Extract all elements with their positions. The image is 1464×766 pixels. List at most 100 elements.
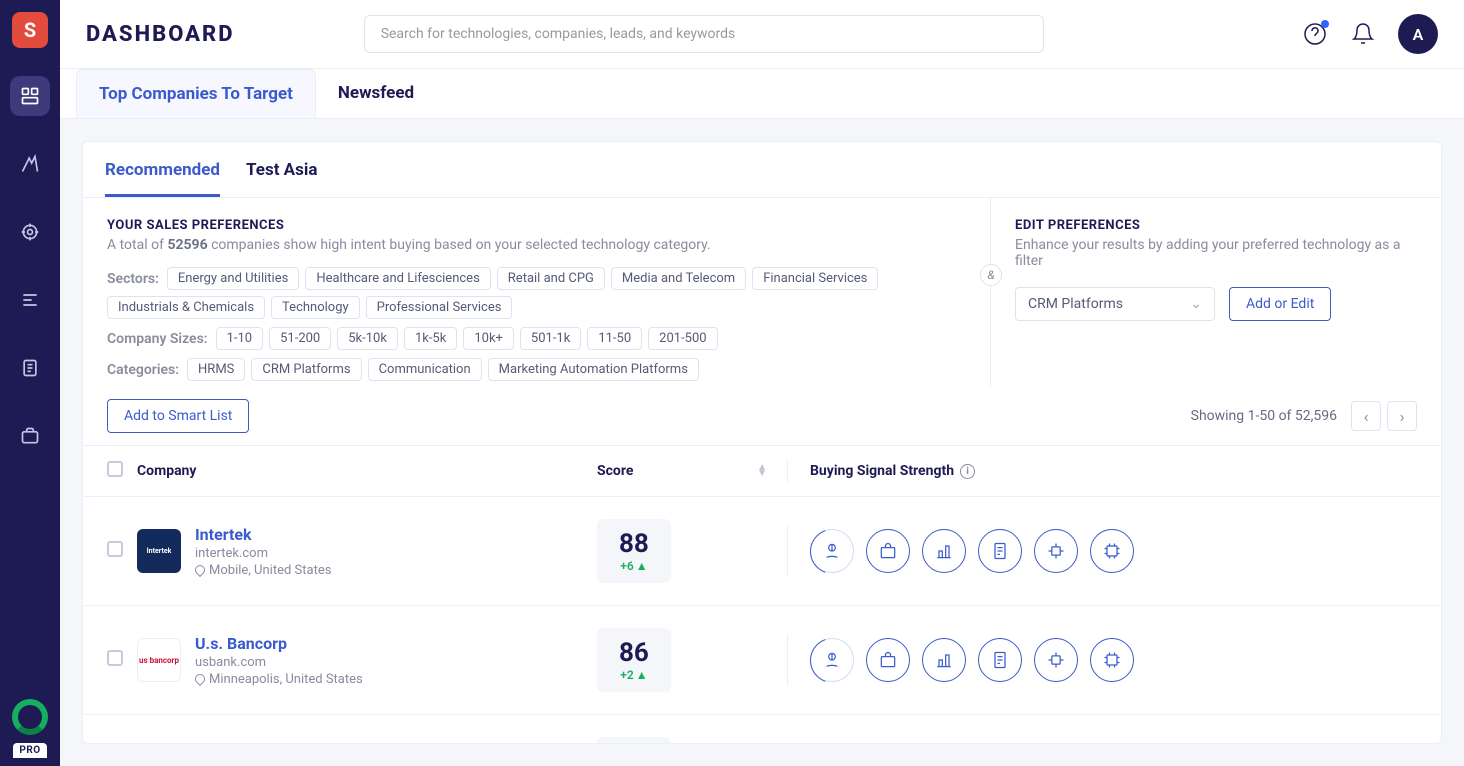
score-badge: 86 — — [597, 737, 671, 743]
company-domain: intertek.com — [195, 546, 331, 561]
nav-dashboard[interactable] — [10, 76, 50, 116]
size-chip[interactable]: 11-50 — [587, 327, 642, 350]
funding-signal-icon[interactable] — [810, 529, 854, 573]
sector-chip[interactable]: Media and Telecom — [611, 267, 746, 290]
score-value: 88 — [619, 529, 649, 559]
avatar[interactable]: A — [1398, 14, 1438, 54]
row-checkbox[interactable] — [107, 541, 123, 557]
category-chip[interactable]: HRMS — [187, 358, 245, 381]
company-name-link[interactable]: U.s. Bancorp — [195, 634, 363, 653]
search-input[interactable]: Search for technologies, companies, lead… — [364, 15, 1044, 53]
funding-signal-icon[interactable] — [810, 638, 854, 682]
subtab-test-asia[interactable]: Test Asia — [246, 160, 317, 197]
score-delta: +6▲ — [620, 559, 647, 573]
table-row: Intertek Intertek intertek.com Mobile, U… — [83, 497, 1441, 606]
sector-chip[interactable]: Healthcare and Lifesciences — [305, 267, 490, 290]
column-score[interactable]: Score ▲▼ — [597, 463, 787, 479]
info-icon[interactable]: i — [960, 464, 975, 479]
row-checkbox[interactable] — [107, 650, 123, 666]
company-logo: Intertek — [137, 529, 181, 573]
size-chip[interactable]: 1-10 — [216, 327, 264, 350]
sector-chip[interactable]: Retail and CPG — [497, 267, 605, 290]
select-all-checkbox[interactable] — [107, 461, 123, 477]
size-chip[interactable]: 5k-10k — [337, 327, 398, 350]
and-separator: & — [980, 264, 1002, 286]
table-row: us bancorp U.s. Bancorp usbank.com Minne… — [83, 606, 1441, 715]
tab-newsfeed[interactable]: Newsfeed — [316, 69, 436, 118]
tab-top-companies[interactable]: Top Companies To Target — [76, 69, 316, 118]
size-chip[interactable]: 10k+ — [463, 327, 514, 350]
chip-signal-icon[interactable] — [1090, 529, 1134, 573]
sales-prefs-title: YOUR SALES PREFERENCES — [107, 218, 966, 233]
signal-icons — [810, 529, 1417, 573]
category-chip[interactable]: CRM Platforms — [251, 358, 361, 381]
technology-select-value: CRM Platforms — [1028, 296, 1123, 312]
categories-label: Categories: — [107, 362, 179, 378]
table-row: Vodafone vodafone.com Newbury, United Ki… — [83, 715, 1441, 743]
document-signal-icon[interactable] — [978, 638, 1022, 682]
size-chip[interactable]: 201-500 — [648, 327, 717, 350]
column-signal: Buying Signal Strength i — [810, 463, 1417, 479]
sector-chip[interactable]: Professional Services — [366, 296, 513, 319]
showing-text: Showing 1-50 of 52,596 — [1191, 408, 1337, 424]
expansion-signal-icon[interactable] — [922, 529, 966, 573]
company-location: Mobile, United States — [195, 563, 331, 578]
score-delta: +2▲ — [620, 668, 647, 682]
main-tabs: Top Companies To Target Newsfeed — [60, 69, 1464, 119]
sector-chip[interactable]: Energy and Utilities — [167, 267, 299, 290]
app-logo[interactable]: S — [12, 12, 48, 48]
size-chip[interactable]: 1k-5k — [404, 327, 457, 350]
size-chip[interactable]: 501-1k — [520, 327, 581, 350]
technology-select[interactable]: CRM Platforms ⌄ — [1015, 287, 1215, 321]
nav-target[interactable] — [10, 212, 50, 252]
help-icon[interactable] — [1302, 21, 1328, 47]
expansion-signal-icon[interactable] — [922, 638, 966, 682]
score-badge: 86 +2▲ — [597, 628, 671, 692]
location-pin-icon — [193, 672, 207, 686]
hiring-signal-icon[interactable] — [866, 638, 910, 682]
notification-dot — [1321, 20, 1329, 28]
page-title: DASHBOARD — [86, 22, 235, 47]
add-to-smartlist-button[interactable]: Add to Smart List — [107, 399, 249, 433]
column-company[interactable]: Company — [137, 463, 597, 479]
score-badge: 88 +6▲ — [597, 519, 671, 583]
company-domain: usbank.com — [195, 655, 363, 670]
nav-discover[interactable] — [10, 144, 50, 184]
progress-ring-icon[interactable] — [12, 699, 48, 735]
sector-chip[interactable]: Industrials & Chemicals — [107, 296, 265, 319]
sector-chip[interactable]: Financial Services — [752, 267, 878, 290]
signal-icons — [810, 638, 1417, 682]
search-placeholder: Search for technologies, companies, lead… — [381, 26, 736, 42]
hiring-signal-icon[interactable] — [866, 529, 910, 573]
document-signal-icon[interactable] — [978, 529, 1022, 573]
table-body: Intertek Intertek intertek.com Mobile, U… — [83, 497, 1441, 743]
company-name-link[interactable]: Intertek — [195, 525, 331, 544]
score-value: 86 — [619, 638, 649, 668]
nav-reports[interactable] — [10, 348, 50, 388]
edit-prefs-title: EDIT PREFERENCES — [1015, 218, 1417, 233]
sectors-filter: Sectors: Energy and Utilities Healthcare… — [107, 267, 966, 319]
tech-signal-icon[interactable] — [1034, 638, 1078, 682]
edit-prefs-subtitle: Enhance your results by adding your pref… — [1015, 237, 1415, 269]
category-chip[interactable]: Marketing Automation Platforms — [488, 358, 699, 381]
add-or-edit-button[interactable]: Add or Edit — [1229, 287, 1331, 321]
nav-work[interactable] — [10, 416, 50, 456]
company-logo: us bancorp — [137, 638, 181, 682]
size-chip[interactable]: 51-200 — [269, 327, 331, 350]
sub-tabs: Recommended Test Asia — [83, 142, 1441, 198]
location-pin-icon — [193, 563, 207, 577]
sectors-label: Sectors: — [107, 271, 159, 287]
subtab-recommended[interactable]: Recommended — [105, 160, 220, 197]
bell-icon[interactable] — [1350, 21, 1376, 47]
nav-lists[interactable] — [10, 280, 50, 320]
sales-prefs-subtitle: A total of 52596 companies show high int… — [107, 237, 966, 253]
tech-signal-icon[interactable] — [1034, 529, 1078, 573]
pager-next-button[interactable]: › — [1387, 401, 1417, 431]
chip-signal-icon[interactable] — [1090, 638, 1134, 682]
sizes-filter: Company Sizes: 1-10 51-200 5k-10k 1k-5k … — [107, 327, 966, 350]
category-chip[interactable]: Communication — [368, 358, 482, 381]
sort-icon: ▲▼ — [757, 465, 787, 477]
company-name-link[interactable]: Vodafone — [195, 743, 358, 744]
sector-chip[interactable]: Technology — [271, 296, 360, 319]
pager-prev-button[interactable]: ‹ — [1351, 401, 1381, 431]
